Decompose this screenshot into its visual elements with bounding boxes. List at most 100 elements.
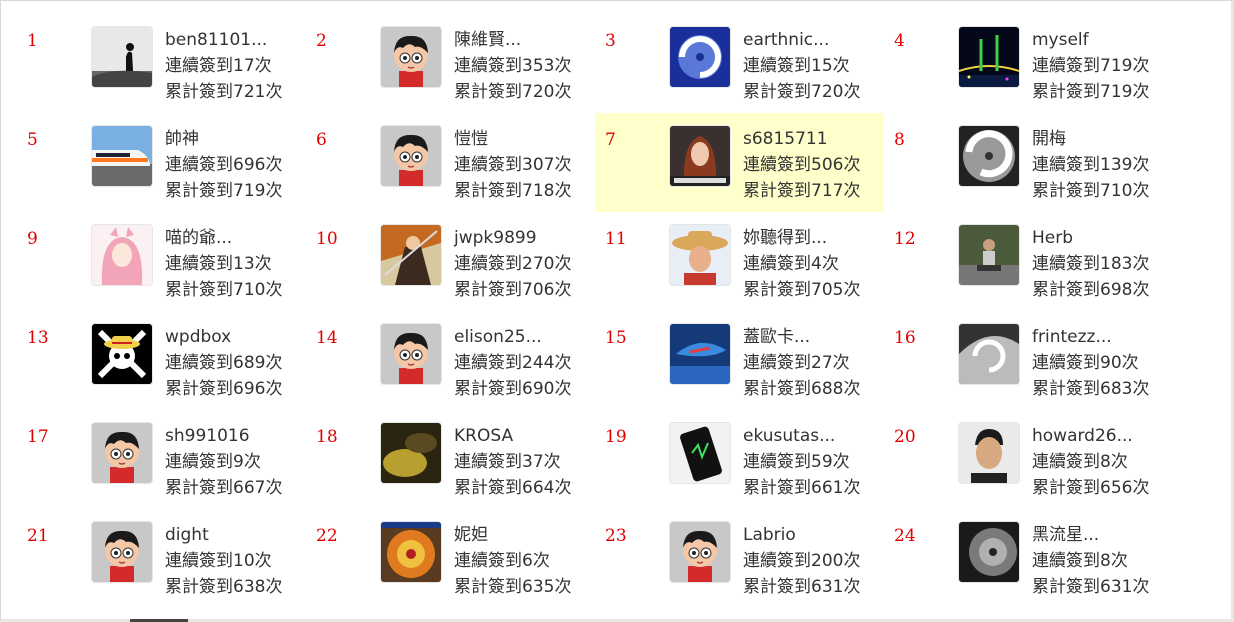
dark-yellow-photo-avatar[interactable] bbox=[381, 423, 441, 483]
default-cartoon-avatar[interactable] bbox=[92, 423, 152, 483]
username-link[interactable]: Labrio bbox=[743, 522, 860, 548]
username-link[interactable]: KROSA bbox=[454, 423, 571, 449]
default-cartoon-avatar[interactable] bbox=[92, 522, 152, 582]
username-link[interactable]: jwpk9899 bbox=[454, 225, 571, 251]
leaderboard-entry: 20 howard26... 連續簽到8次 累計簽到656次 bbox=[884, 410, 1173, 509]
leaderboard-entry: 15 蓋歐卡... 連續簽到27次 累計簽到688次 bbox=[595, 311, 884, 410]
total-signin-count: 累計簽到661次 bbox=[743, 478, 861, 498]
anime-girl-avatar[interactable] bbox=[92, 225, 152, 285]
anime-fighter-avatar[interactable] bbox=[381, 225, 441, 285]
total-signin-count: 累計簽到656次 bbox=[1032, 478, 1150, 498]
total-signin-count: 累計簽到717次 bbox=[743, 181, 861, 201]
username-link[interactable]: sh991016 bbox=[165, 423, 282, 449]
username-link[interactable]: 喵的爺... bbox=[165, 225, 282, 251]
user-info: howard26... 連續簽到8次 累計簽到656次 bbox=[1032, 423, 1149, 501]
rank-number: 11 bbox=[605, 229, 627, 249]
user-info: 喵的爺... 連續簽到13次 累計簽到710次 bbox=[165, 225, 282, 303]
username-link[interactable]: elison25... bbox=[454, 324, 571, 350]
straw-hat-boy-avatar[interactable] bbox=[670, 225, 730, 285]
consecutive-signin-count: 連續簽到13次 bbox=[165, 254, 272, 274]
leaderboard-entry: 12 Herb 連續簽到183次 累計簽到698次 bbox=[884, 212, 1173, 311]
storm-satellite-avatar[interactable] bbox=[959, 324, 1019, 384]
rank-number: 5 bbox=[27, 130, 38, 150]
typhoon-radar-avatar[interactable] bbox=[381, 522, 441, 582]
typhoon-satellite-avatar[interactable] bbox=[670, 27, 730, 87]
leaderboard-entry: 3 earthnic... 連續簽到15次 累計簽到720次 bbox=[595, 14, 884, 113]
username-link[interactable]: frintezz... bbox=[1032, 324, 1149, 350]
username-link[interactable]: Herb bbox=[1032, 225, 1149, 251]
default-cartoon-avatar[interactable] bbox=[670, 522, 730, 582]
straw-hat-jolly-roger-avatar[interactable] bbox=[92, 324, 152, 384]
young-man-avatar[interactable] bbox=[959, 423, 1019, 483]
username-link[interactable]: dight bbox=[165, 522, 282, 548]
total-signin-count: 累計簽到720次 bbox=[743, 82, 861, 102]
username-link[interactable]: 妳聽得到... bbox=[743, 225, 860, 251]
high-speed-train-avatar[interactable] bbox=[92, 126, 152, 186]
user-info: frintezz... 連續簽到90次 累計簽到683次 bbox=[1032, 324, 1149, 402]
username-link[interactable]: earthnic... bbox=[743, 27, 860, 53]
username-link[interactable]: 開梅 bbox=[1032, 126, 1149, 152]
user-info: 愷愷 連續簽到307次 累計簽到718次 bbox=[454, 126, 571, 204]
username-link[interactable]: 愷愷 bbox=[454, 126, 571, 152]
night-bridge-avatar[interactable] bbox=[959, 27, 1019, 87]
rank-number: 24 bbox=[894, 526, 916, 546]
silhouette-landscape-avatar[interactable] bbox=[92, 27, 152, 87]
consecutive-signin-count: 連續簽到689次 bbox=[165, 353, 283, 373]
consecutive-signin-count: 連續簽到17次 bbox=[165, 56, 272, 76]
consecutive-signin-count: 連續簽到183次 bbox=[1032, 254, 1150, 274]
rank-number: 19 bbox=[605, 427, 627, 447]
total-signin-count: 累計簽到720次 bbox=[454, 82, 572, 102]
consecutive-signin-count: 連續簽到8次 bbox=[1032, 452, 1128, 472]
consecutive-signin-count: 連續簽到139次 bbox=[1032, 155, 1150, 175]
leaderboard-entry: 8 開梅 連續簽到139次 累計簽到710次 bbox=[884, 113, 1173, 212]
username-link[interactable]: 妮妲 bbox=[454, 522, 571, 548]
consecutive-signin-count: 連續簽到200次 bbox=[743, 551, 861, 571]
username-link[interactable]: ben81101... bbox=[165, 27, 282, 53]
default-cartoon-avatar[interactable] bbox=[381, 27, 441, 87]
rank-number: 2 bbox=[316, 31, 327, 51]
user-info: ekusutas... 連續簽到59次 累計簽到661次 bbox=[743, 423, 860, 501]
signin-leaderboard-panel: 1 ben81101... 連續簽到17次 累計簽到721次 2 陳維賢... … bbox=[0, 0, 1234, 622]
user-info: 妮妲 連續簽到6次 累計簽到635次 bbox=[454, 522, 571, 600]
total-signin-count: 累計簽到631次 bbox=[743, 577, 861, 597]
user-info: Labrio 連續簽到200次 累計簽到631次 bbox=[743, 522, 860, 600]
man-outdoors-avatar[interactable] bbox=[959, 225, 1019, 285]
consecutive-signin-count: 連續簽到15次 bbox=[743, 56, 850, 76]
rank-number: 14 bbox=[316, 328, 338, 348]
username-link[interactable]: 蓋歐卡... bbox=[743, 324, 860, 350]
leaderboard-entry: 7 s6815711 連續簽到506次 累計簽到717次 bbox=[595, 113, 884, 212]
rank-number: 16 bbox=[894, 328, 916, 348]
total-signin-count: 累計簽到690次 bbox=[454, 379, 572, 399]
username-link[interactable]: howard26... bbox=[1032, 423, 1149, 449]
total-signin-count: 累計簽到718次 bbox=[454, 181, 572, 201]
username-link[interactable]: s6815711 bbox=[743, 126, 860, 152]
user-info: Herb 連續簽到183次 累計簽到698次 bbox=[1032, 225, 1149, 303]
consecutive-signin-count: 連續簽到506次 bbox=[743, 155, 861, 175]
user-info: 黑流星... 連續簽到8次 累計簽到631次 bbox=[1032, 522, 1149, 600]
leaderboard-entry: 2 陳維賢... 連續簽到353次 累計簽到720次 bbox=[306, 14, 595, 113]
hurricane-bw-avatar[interactable] bbox=[959, 126, 1019, 186]
consecutive-signin-count: 連續簽到353次 bbox=[454, 56, 572, 76]
smartphone-avatar[interactable] bbox=[670, 423, 730, 483]
typhoon-eye-gray-avatar[interactable] bbox=[959, 522, 1019, 582]
user-info: wpdbox 連續簽到689次 累計簽到696次 bbox=[165, 324, 282, 402]
consecutive-signin-count: 連續簽到696次 bbox=[165, 155, 283, 175]
total-signin-count: 累計簽到710次 bbox=[165, 280, 283, 300]
username-link[interactable]: 帥神 bbox=[165, 126, 282, 152]
user-info: 妳聽得到... 連續簽到4次 累計簽到705次 bbox=[743, 225, 860, 303]
rank-number: 21 bbox=[27, 526, 49, 546]
username-link[interactable]: ekusutas... bbox=[743, 423, 860, 449]
default-cartoon-avatar[interactable] bbox=[381, 324, 441, 384]
total-signin-count: 累計簽到688次 bbox=[743, 379, 861, 399]
woman-portrait-avatar[interactable] bbox=[670, 126, 730, 186]
default-cartoon-avatar[interactable] bbox=[381, 126, 441, 186]
rank-number: 17 bbox=[27, 427, 49, 447]
username-link[interactable]: myself bbox=[1032, 27, 1149, 53]
username-link[interactable]: wpdbox bbox=[165, 324, 282, 350]
rank-number: 13 bbox=[27, 328, 49, 348]
sea-creature-avatar[interactable] bbox=[670, 324, 730, 384]
username-link[interactable]: 陳維賢... bbox=[454, 27, 571, 53]
user-info: elison25... 連續簽到244次 累計簽到690次 bbox=[454, 324, 571, 402]
total-signin-count: 累計簽到698次 bbox=[1032, 280, 1150, 300]
username-link[interactable]: 黑流星... bbox=[1032, 522, 1149, 548]
